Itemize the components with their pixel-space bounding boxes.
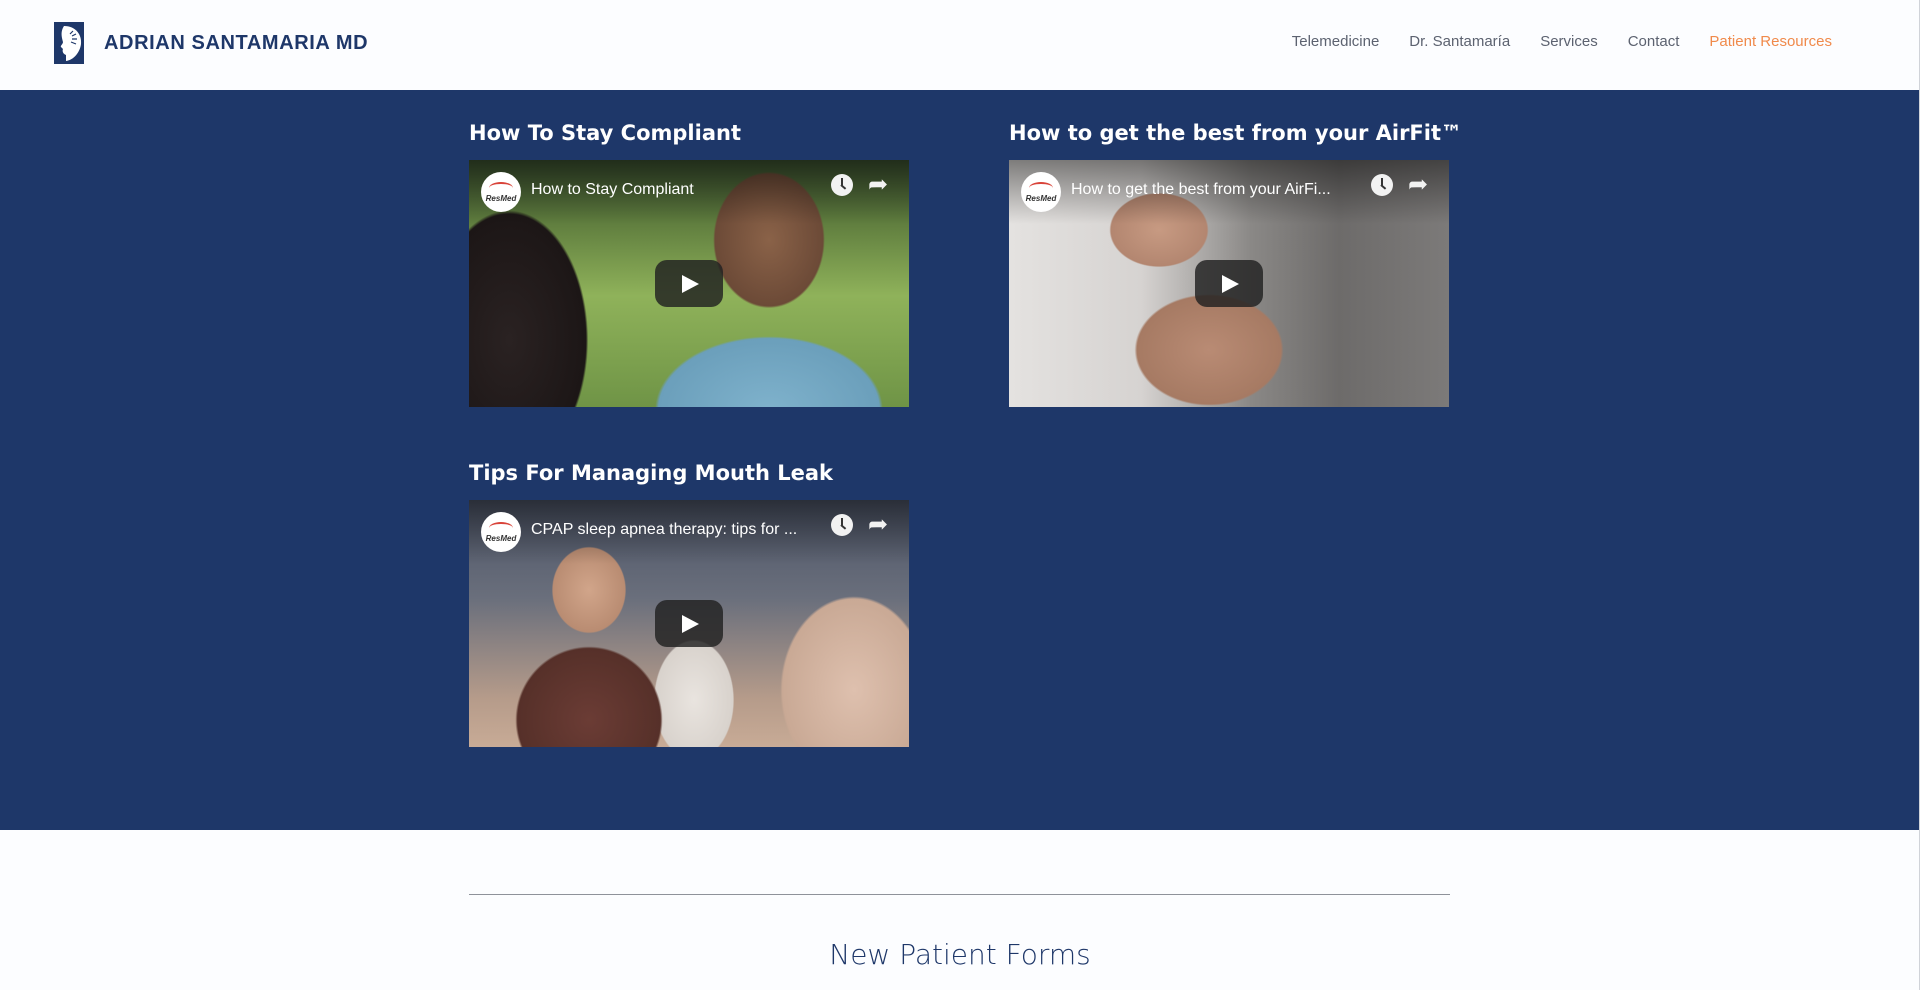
watch-later-icon[interactable] <box>1371 174 1393 196</box>
nav-dr-santamaria[interactable]: Dr. Santamaría <box>1409 33 1510 50</box>
player-title[interactable]: CPAP sleep apnea therapy: tips for ... <box>531 521 821 539</box>
play-button-icon[interactable] <box>655 600 723 647</box>
share-icon[interactable]: ➦ <box>865 172 891 198</box>
play-button-icon[interactable] <box>655 260 723 307</box>
share-icon[interactable]: ➦ <box>865 512 891 538</box>
brand-link[interactable]: ADRIAN SANTAMARIA MD <box>54 22 368 64</box>
play-button-icon[interactable] <box>1195 260 1263 307</box>
brand-name: ADRIAN SANTAMARIA MD <box>104 31 369 54</box>
nav-telemedicine[interactable]: Telemedicine <box>1292 33 1380 50</box>
nav-services[interactable]: Services <box>1540 33 1598 50</box>
watch-later-icon[interactable] <box>831 174 853 196</box>
face-profile-logo-icon <box>54 22 84 64</box>
video-resources-section: How To Stay Compliant ResMed How to Stay… <box>0 90 1920 830</box>
site-header: ADRIAN SANTAMARIA MD Telemedicine Dr. Sa… <box>0 0 1920 90</box>
video-card: Tips For Managing Mouth Leak ResMed CPAP… <box>469 458 909 747</box>
main-nav: Telemedicine Dr. Santamaría Services Con… <box>1292 33 1832 50</box>
channel-avatar[interactable]: ResMed <box>481 172 521 212</box>
video-heading: How to get the best from your AirFit™ <box>1009 121 1463 145</box>
share-icon[interactable]: ➦ <box>1405 172 1431 198</box>
video-player[interactable]: ResMed CPAP sleep apnea therapy: tips fo… <box>469 500 909 747</box>
watch-later-icon[interactable] <box>831 514 853 536</box>
video-heading: Tips For Managing Mouth Leak <box>469 461 834 485</box>
nav-contact[interactable]: Contact <box>1628 33 1680 50</box>
video-card: How To Stay Compliant ResMed How to Stay… <box>469 118 909 407</box>
player-title[interactable]: How to get the best from your AirFi... <box>1071 181 1361 199</box>
player-title[interactable]: How to Stay Compliant <box>531 181 821 199</box>
channel-avatar[interactable]: ResMed <box>1021 172 1061 212</box>
section-divider <box>469 894 1450 895</box>
video-player[interactable]: ResMed How to Stay Compliant ➦ <box>469 160 909 407</box>
channel-avatar[interactable]: ResMed <box>481 512 521 552</box>
video-heading: How To Stay Compliant <box>469 121 741 145</box>
video-card: How to get the best from your AirFit™ Re… <box>1009 118 1463 407</box>
nav-patient-resources[interactable]: Patient Resources <box>1709 33 1832 50</box>
new-patient-forms-heading: New Patient Forms <box>829 938 1091 971</box>
video-player[interactable]: ResMed How to get the best from your Air… <box>1009 160 1449 407</box>
